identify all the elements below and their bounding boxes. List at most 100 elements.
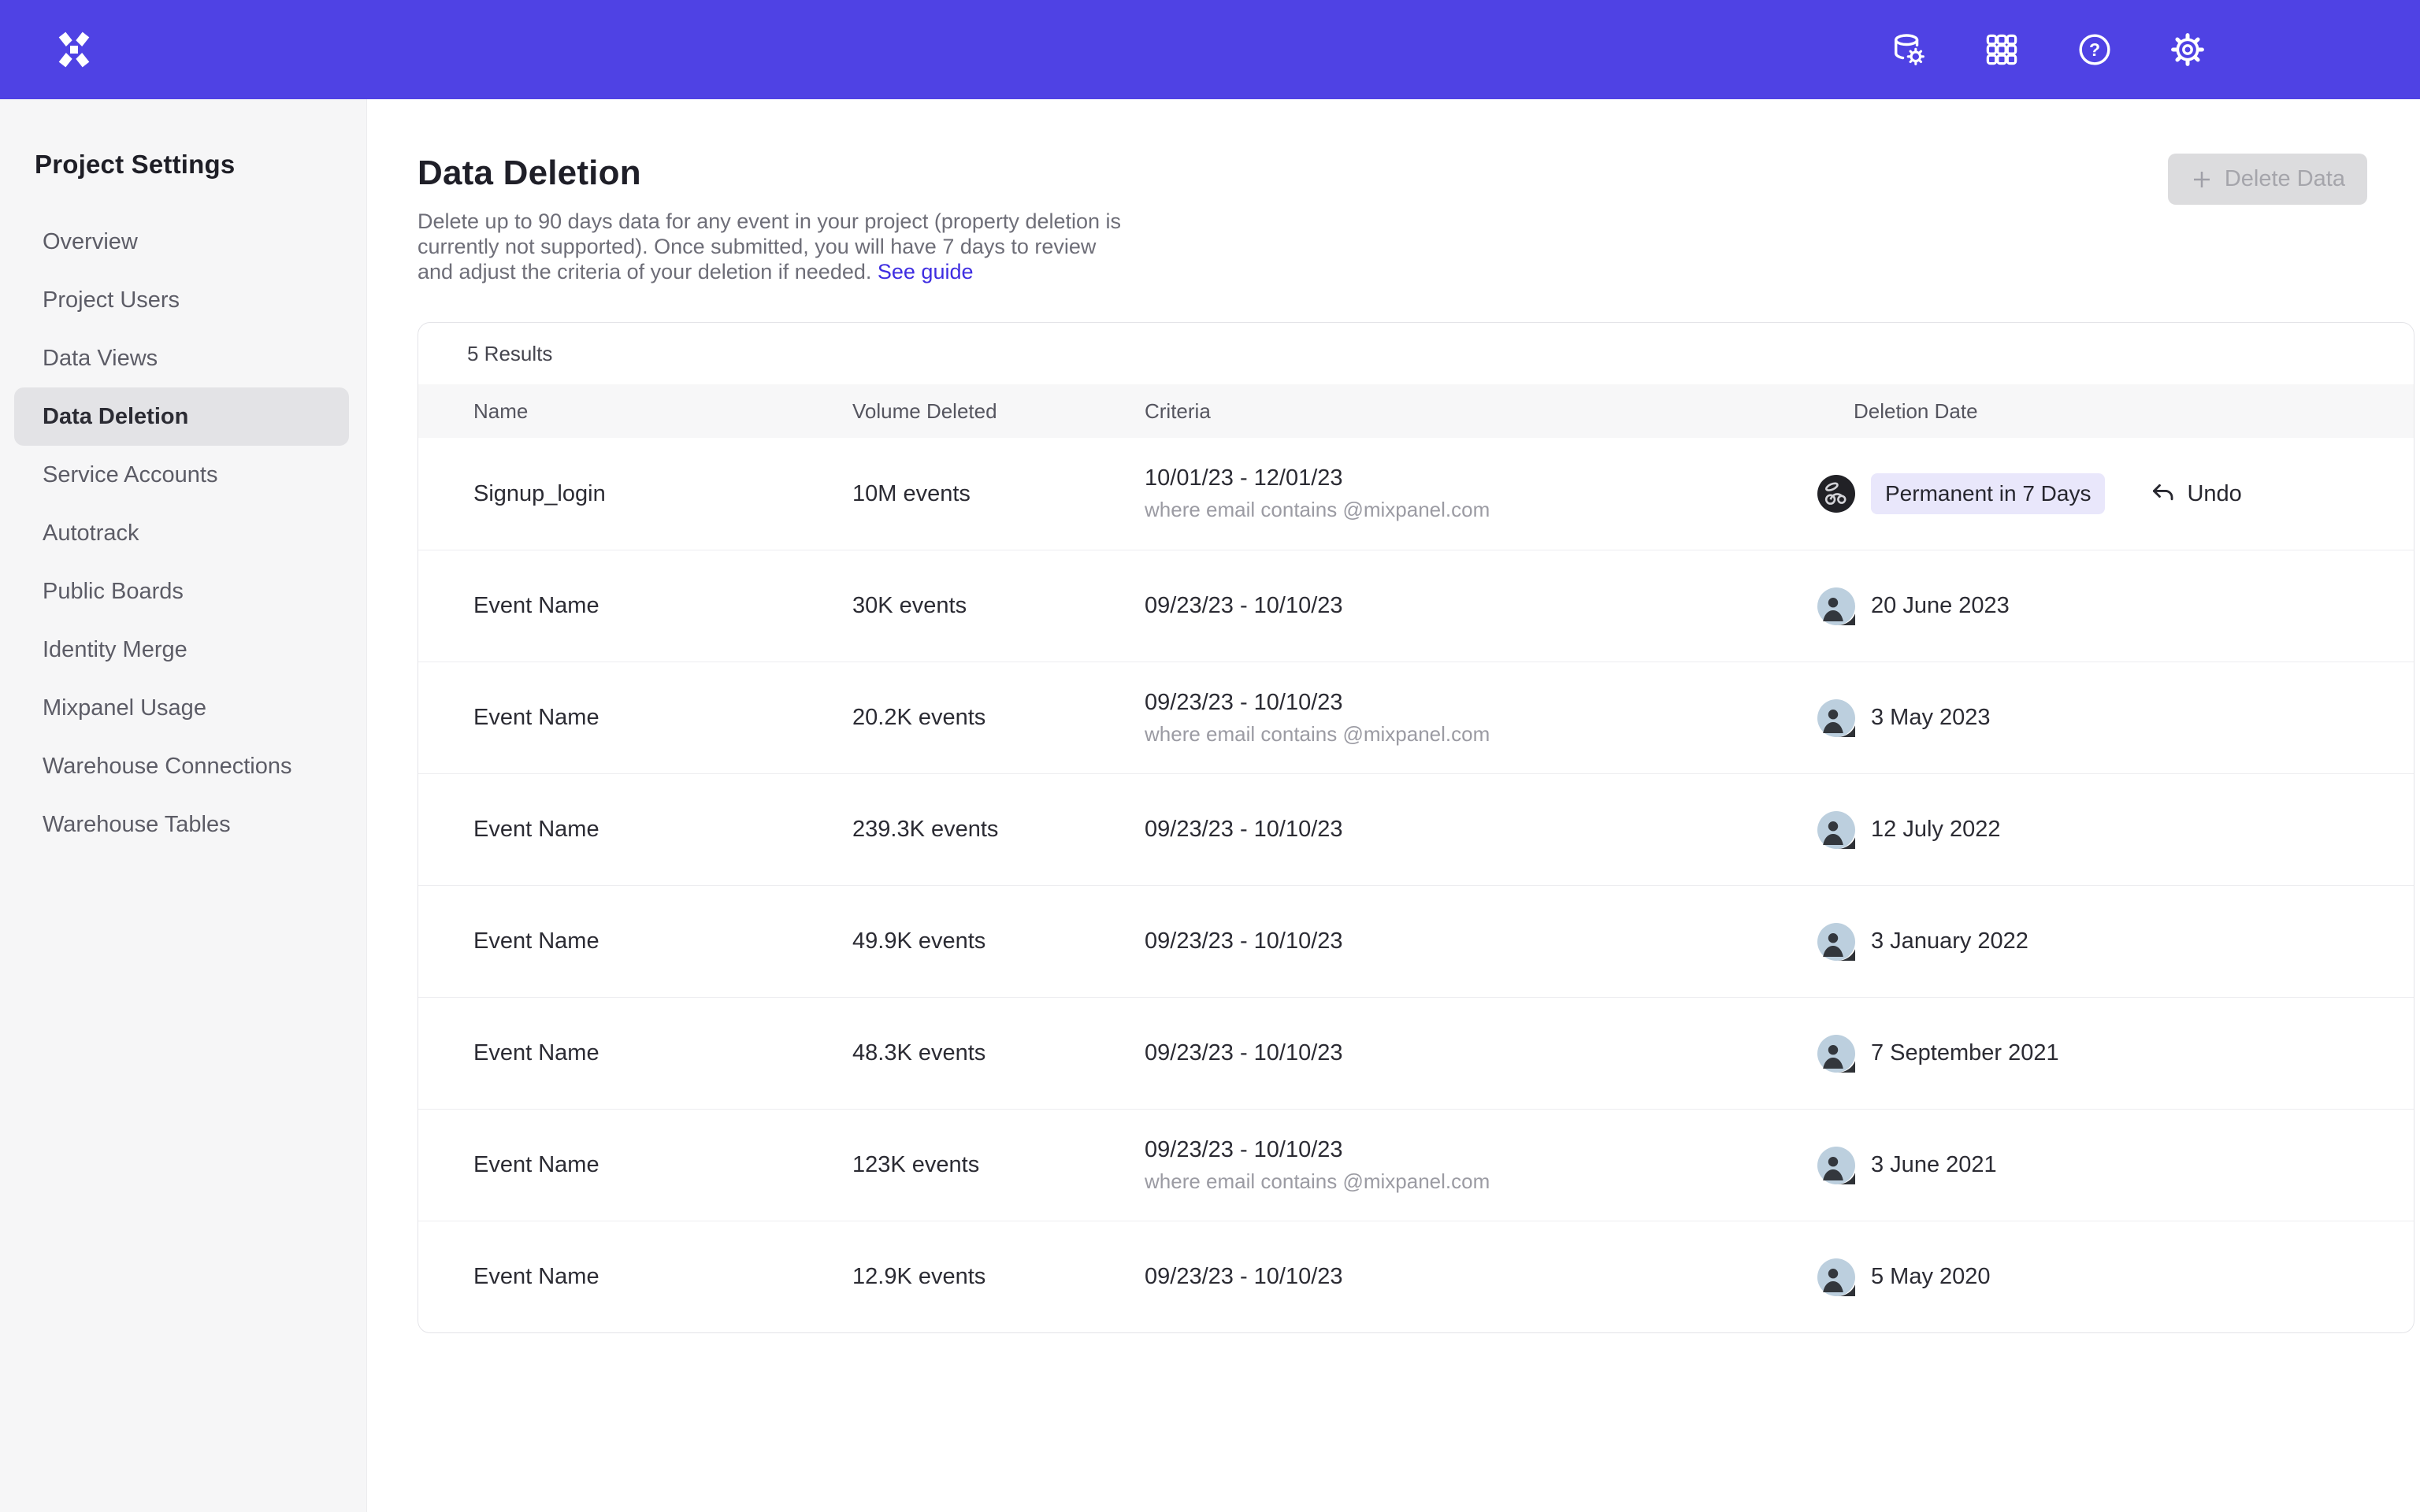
sidebar: Project Settings OverviewProject UsersDa… xyxy=(0,99,367,1512)
plus-icon xyxy=(2190,168,2214,191)
page-description: Delete up to 90 days data for any event … xyxy=(418,209,1130,284)
row-name: Event Name xyxy=(473,817,852,843)
apps-grid-icon[interactable] xyxy=(1984,32,2020,68)
row-volume: 49.9K events xyxy=(852,928,1145,954)
row-deletion-date: 5 May 2020 xyxy=(1817,1258,2414,1296)
undo-label: Undo xyxy=(2187,481,2241,507)
row-volume: 10M events xyxy=(852,481,1145,507)
undo-icon xyxy=(2149,480,2176,507)
sidebar-item-warehouse-tables[interactable]: Warehouse Tables xyxy=(14,795,349,854)
user-avatar xyxy=(1817,475,1855,513)
row-volume: 48.3K events xyxy=(852,1040,1145,1066)
row-criteria: 09/23/23 - 10/10/23 xyxy=(1145,928,1817,954)
row-deletion-date: 7 September 2021 xyxy=(1817,1035,2414,1073)
row-deletion-date: Permanent in 7 Days Undo xyxy=(1817,473,2414,514)
help-icon[interactable]: ? xyxy=(2077,32,2113,68)
top-nav-icons: ? xyxy=(1891,32,2206,68)
user-avatar xyxy=(1817,587,1855,625)
sidebar-item-public-boards[interactable]: Public Boards xyxy=(14,562,349,621)
row-criteria-range: 09/23/23 - 10/10/23 xyxy=(1145,593,1817,619)
row-deletion-date: 3 June 2021 xyxy=(1817,1147,2414,1184)
row-criteria: 09/23/23 - 10/10/23 xyxy=(1145,817,1817,843)
deletion-date-text: 3 June 2021 xyxy=(1871,1152,1997,1178)
column-header-deletion-date: Deletion Date xyxy=(1817,399,2414,424)
row-deletion-date: 3 May 2023 xyxy=(1817,699,2414,737)
row-name: Event Name xyxy=(473,928,852,954)
delete-data-button[interactable]: Delete Data xyxy=(2168,154,2367,205)
permanent-badge: Permanent in 7 Days xyxy=(1871,473,2105,514)
user-avatar xyxy=(1817,1147,1855,1184)
main-content: Data Deletion Delete up to 90 days data … xyxy=(367,99,2420,1512)
sidebar-title: Project Settings xyxy=(35,150,366,180)
table-header-row: Name Volume Deleted Criteria Deletion Da… xyxy=(418,384,2414,438)
row-criteria: 09/23/23 - 10/10/23 where email contains… xyxy=(1145,690,1817,747)
deletion-date-text: 7 September 2021 xyxy=(1871,1040,2059,1066)
page-header-text: Data Deletion Delete up to 90 days data … xyxy=(418,154,1130,284)
sidebar-item-data-deletion[interactable]: Data Deletion xyxy=(14,387,349,446)
page-title: Data Deletion xyxy=(418,154,1130,193)
sidebar-item-mixpanel-usage[interactable]: Mixpanel Usage xyxy=(14,679,349,737)
sidebar-item-project-users[interactable]: Project Users xyxy=(14,271,349,329)
row-criteria: 09/23/23 - 10/10/23 where email contains… xyxy=(1145,1137,1817,1194)
row-volume: 123K events xyxy=(852,1152,1145,1178)
row-name: Event Name xyxy=(473,1152,852,1178)
row-name: Event Name xyxy=(473,1264,852,1290)
table-row: Event Name 12.9K events 09/23/23 - 10/10… xyxy=(418,1221,2414,1332)
row-criteria-range: 10/01/23 - 12/01/23 xyxy=(1145,465,1817,491)
row-volume: 30K events xyxy=(852,593,1145,619)
table-row: Event Name 30K events 09/23/23 - 10/10/2… xyxy=(418,550,2414,662)
sidebar-nav: OverviewProject UsersData ViewsData Dele… xyxy=(0,213,366,854)
table-row: Event Name 239.3K events 09/23/23 - 10/1… xyxy=(418,773,2414,885)
column-header-criteria: Criteria xyxy=(1145,399,1817,424)
deletion-date-text: 12 July 2022 xyxy=(1871,817,2000,843)
sidebar-item-autotrack[interactable]: Autotrack xyxy=(14,504,349,562)
settings-gear-icon[interactable] xyxy=(2169,32,2206,68)
sidebar-item-identity-merge[interactable]: Identity Merge xyxy=(14,621,349,679)
row-criteria-range: 09/23/23 - 10/10/23 xyxy=(1145,1264,1817,1290)
sidebar-item-data-views[interactable]: Data Views xyxy=(14,329,349,387)
row-criteria-range: 09/23/23 - 10/10/23 xyxy=(1145,1040,1817,1066)
table-row: Event Name 49.9K events 09/23/23 - 10/10… xyxy=(418,885,2414,997)
row-criteria-filter: where email contains @mixpanel.com xyxy=(1145,498,1817,522)
row-criteria-range: 09/23/23 - 10/10/23 xyxy=(1145,817,1817,843)
undo-button[interactable]: Undo xyxy=(2149,480,2241,507)
row-criteria-range: 09/23/23 - 10/10/23 xyxy=(1145,1137,1817,1163)
row-volume: 239.3K events xyxy=(852,817,1145,843)
sidebar-item-warehouse-connections[interactable]: Warehouse Connections xyxy=(14,737,349,795)
data-management-icon[interactable] xyxy=(1891,32,1927,68)
page-description-text: Delete up to 90 days data for any event … xyxy=(418,209,1121,284)
see-guide-link[interactable]: See guide xyxy=(878,260,974,284)
row-name: Event Name xyxy=(473,705,852,731)
row-deletion-date: 20 June 2023 xyxy=(1817,587,2414,625)
user-avatar xyxy=(1817,1035,1855,1073)
mixpanel-logo-icon[interactable] xyxy=(54,29,95,70)
table-body: Signup_login 10M events 10/01/23 - 12/01… xyxy=(418,438,2414,1332)
row-criteria-filter: where email contains @mixpanel.com xyxy=(1145,1169,1817,1194)
delete-data-label: Delete Data xyxy=(2225,166,2345,192)
table-row: Event Name 20.2K events 09/23/23 - 10/10… xyxy=(418,662,2414,773)
row-criteria-filter: where email contains @mixpanel.com xyxy=(1145,722,1817,747)
row-name: Event Name xyxy=(473,593,852,619)
deletion-date-text: 20 June 2023 xyxy=(1871,593,2010,619)
row-criteria-range: 09/23/23 - 10/10/23 xyxy=(1145,690,1817,716)
sidebar-item-overview[interactable]: Overview xyxy=(14,213,349,271)
row-volume: 12.9K events xyxy=(852,1264,1145,1290)
row-deletion-date: 3 January 2022 xyxy=(1817,923,2414,961)
table-row: Signup_login 10M events 10/01/23 - 12/01… xyxy=(418,438,2414,550)
row-criteria: 09/23/23 - 10/10/23 xyxy=(1145,1040,1817,1066)
row-name: Signup_login xyxy=(473,481,852,507)
results-count: 5 Results xyxy=(418,323,2414,384)
row-criteria: 09/23/23 - 10/10/23 xyxy=(1145,593,1817,619)
deletion-date-text: 3 May 2023 xyxy=(1871,705,1991,731)
table-row: Event Name 123K events 09/23/23 - 10/10/… xyxy=(418,1109,2414,1221)
page-header: Data Deletion Delete up to 90 days data … xyxy=(418,154,2420,284)
row-criteria: 09/23/23 - 10/10/23 xyxy=(1145,1264,1817,1290)
column-header-name: Name xyxy=(473,399,852,424)
user-avatar xyxy=(1817,1258,1855,1296)
row-criteria-range: 09/23/23 - 10/10/23 xyxy=(1145,928,1817,954)
deletion-date-text: 5 May 2020 xyxy=(1871,1264,1991,1290)
table-row: Event Name 48.3K events 09/23/23 - 10/10… xyxy=(418,997,2414,1109)
row-criteria: 10/01/23 - 12/01/23 where email contains… xyxy=(1145,465,1817,522)
sidebar-item-service-accounts[interactable]: Service Accounts xyxy=(14,446,349,504)
row-deletion-date: 12 July 2022 xyxy=(1817,811,2414,849)
